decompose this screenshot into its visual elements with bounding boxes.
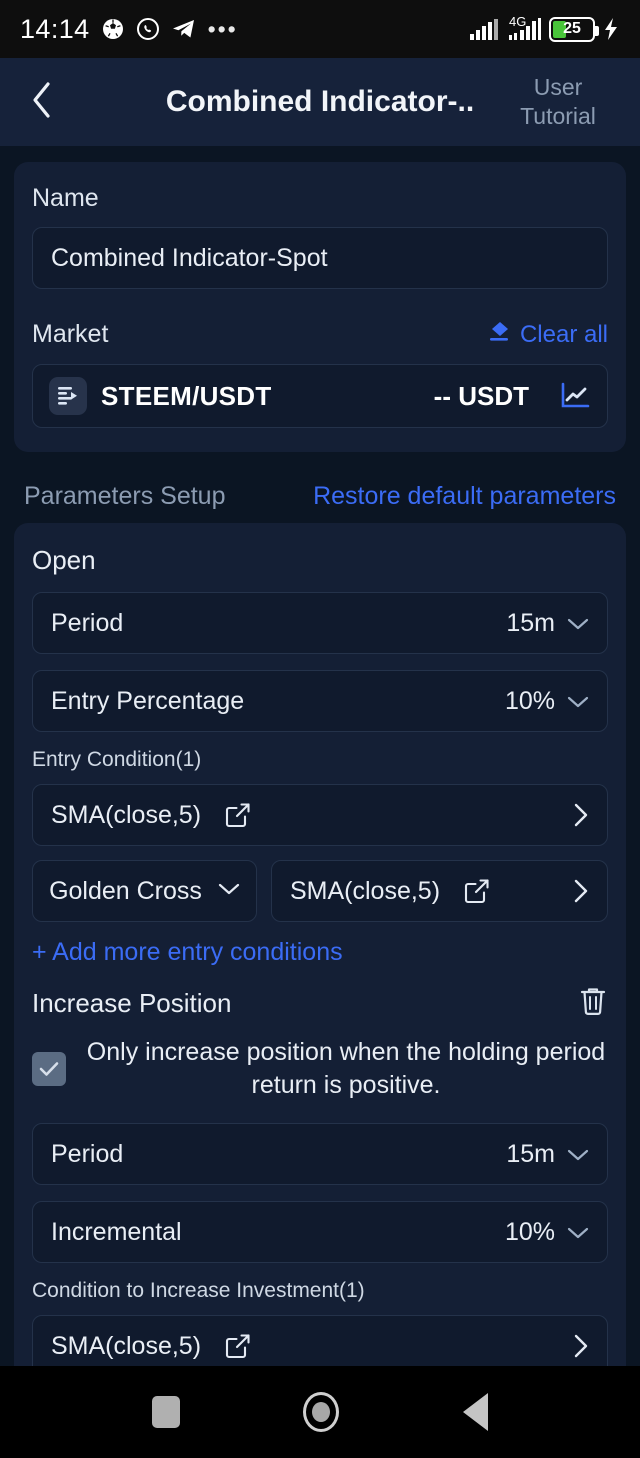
signal-bars-4g-icon: 4G xyxy=(508,14,542,41)
edit-icon[interactable] xyxy=(464,878,490,904)
increase-condition-first-row[interactable]: SMA(close,5) xyxy=(32,1315,608,1366)
entry-operator-label: Golden Cross xyxy=(49,876,202,905)
incremental-value-wrap: 10% xyxy=(505,1218,589,1247)
entry-second-indicator[interactable]: SMA(close,5) xyxy=(271,860,608,922)
parameters-setup-label: Parameters Setup xyxy=(24,482,226,510)
signal-bars-icon xyxy=(469,17,501,41)
chevron-right-icon[interactable] xyxy=(573,802,589,828)
market-row[interactable]: STEEM/USDT -- USDT xyxy=(32,364,608,428)
scroll-content[interactable]: Name Combined Indicator-Spot Market Clea… xyxy=(0,146,640,1366)
charging-bolt-icon xyxy=(602,17,620,41)
line-chart-icon[interactable] xyxy=(559,381,591,411)
user-tutorial-line1: User xyxy=(533,74,583,101)
entry-operator-select[interactable]: Golden Cross xyxy=(32,860,257,922)
increase-period-value: 15m xyxy=(506,1139,555,1168)
telegram-icon xyxy=(171,17,197,41)
open-period-label: Period xyxy=(51,608,124,637)
entry-second-text: SMA(close,5) xyxy=(290,876,441,905)
network-type-label: 4G xyxy=(509,14,527,29)
status-bar-left: 14:14 ••• xyxy=(20,14,469,45)
chevron-left-icon xyxy=(29,80,55,125)
battery-percent: 25 xyxy=(563,20,581,37)
name-input[interactable]: Combined Indicator-Spot xyxy=(32,227,608,289)
open-section-title: Open xyxy=(32,545,96,575)
triangle-back-icon[interactable] xyxy=(463,1393,489,1431)
app-header: Combined Indicator-.. User Tutorial xyxy=(0,58,640,146)
soccer-ball-icon xyxy=(101,17,125,41)
clear-all-button[interactable]: Clear all xyxy=(486,319,608,350)
edit-icon[interactable] xyxy=(225,1333,251,1359)
incremental-value: 10% xyxy=(504,1217,555,1246)
add-entry-conditions-button[interactable]: + Add more entry conditions xyxy=(32,938,608,967)
status-bar-right: 4G 25 xyxy=(469,14,620,42)
parameters-section-header: Parameters Setup Restore default paramet… xyxy=(0,452,640,523)
incremental-row[interactable]: Incremental 10% xyxy=(32,1201,608,1263)
increase-condition-first-text: SMA(close,5) xyxy=(51,1331,202,1360)
market-label: Market xyxy=(32,320,109,348)
holding-period-checkbox-row[interactable]: Only increase position when the holding … xyxy=(32,1036,608,1101)
trash-icon[interactable] xyxy=(578,985,608,1022)
open-period-value: 15m xyxy=(506,608,555,637)
chevron-down-icon xyxy=(567,1140,589,1169)
chevron-down-icon xyxy=(567,1218,589,1247)
chevron-down-icon xyxy=(567,687,589,716)
market-pair-label: STEEM/USDT xyxy=(101,380,272,411)
holding-period-checkbox-label: Only increase position when the holding … xyxy=(86,1038,606,1099)
eraser-icon xyxy=(486,319,512,350)
chevron-down-icon xyxy=(567,609,589,638)
increase-period-row[interactable]: Period 15m xyxy=(32,1123,608,1185)
entry-condition-first-row[interactable]: SMA(close,5) xyxy=(32,784,608,846)
clear-all-label: Clear all xyxy=(519,320,608,348)
more-dots-icon: ••• xyxy=(207,16,238,42)
holding-period-checkbox[interactable] xyxy=(32,1051,66,1086)
parameters-card: Open Period 15m Entry Percentage 10% Ent… xyxy=(14,523,626,1366)
entry-percentage-row[interactable]: Entry Percentage 10% xyxy=(32,670,608,732)
user-tutorial-line2: Tutorial xyxy=(520,103,596,129)
increase-position-title: Increase Position xyxy=(32,988,232,1018)
battery-icon: 25 xyxy=(549,16,599,42)
user-tutorial-link[interactable]: User Tutorial xyxy=(498,73,618,131)
increase-position-header: Increase Position xyxy=(32,985,608,1022)
restore-defaults-button[interactable]: Restore default parameters xyxy=(313,482,616,511)
status-time: 14:14 xyxy=(20,13,90,44)
entry-condition-label: Entry Condition(1) xyxy=(32,748,202,771)
chevron-down-icon xyxy=(218,882,240,901)
basic-info-card: Name Combined Indicator-Spot Market Clea… xyxy=(14,162,626,452)
increase-period-value-wrap: 15m xyxy=(506,1140,589,1169)
entry-percentage-label: Entry Percentage xyxy=(51,686,245,715)
increase-period-label: Period xyxy=(51,1139,124,1168)
increase-condition-label: Condition to Increase Investment(1) xyxy=(32,1279,365,1302)
square-recents-icon[interactable] xyxy=(151,1396,180,1428)
name-label: Name xyxy=(32,184,99,212)
market-price-label: -- USDT xyxy=(433,380,529,411)
incremental-label: Incremental xyxy=(51,1217,182,1246)
entry-percentage-value-wrap: 10% xyxy=(505,687,589,716)
market-header-row: Market Clear all xyxy=(32,319,608,350)
phone-screen: 14:14 ••• 4G 25 Combined Indicator-.. Us… xyxy=(0,0,640,1458)
open-period-row[interactable]: Period 15m xyxy=(32,592,608,654)
entry-condition-first-text: SMA(close,5) xyxy=(51,800,202,829)
open-period-value-wrap: 15m xyxy=(506,609,589,638)
entry-percentage-value: 10% xyxy=(504,686,555,715)
android-nav-bar xyxy=(0,1366,640,1458)
edit-icon[interactable] xyxy=(225,802,251,828)
status-bar: 14:14 ••• 4G 25 xyxy=(0,0,640,58)
entry-condition-second-row: Golden Cross SMA(close,5) xyxy=(32,860,608,922)
whatsapp-icon xyxy=(136,17,160,41)
spot-market-icon xyxy=(49,377,87,415)
circle-home-icon[interactable] xyxy=(303,1392,340,1432)
chevron-right-icon[interactable] xyxy=(573,878,589,904)
back-button[interactable] xyxy=(22,80,62,125)
chevron-right-icon[interactable] xyxy=(573,1333,589,1359)
